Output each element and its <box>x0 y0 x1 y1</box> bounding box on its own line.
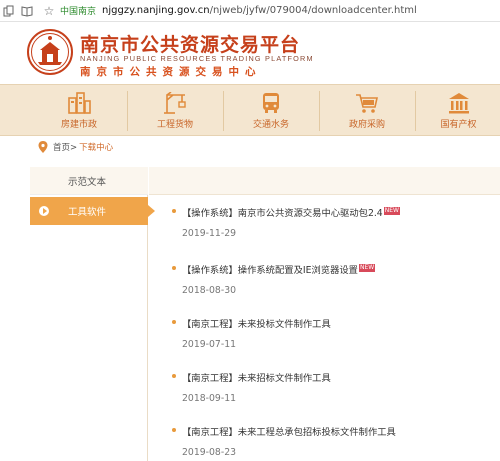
breadcrumb: 首页> 下载中心 <box>38 140 113 154</box>
bookmark-star-icon[interactable]: ☆ <box>40 2 58 20</box>
breadcrumb-current: 下载中心 <box>79 143 114 153</box>
download-title: 【南京工程】未来投标文件制作工具 <box>182 319 331 330</box>
list-item: 【操作系统】南京市公共资源交易中心驱动包2.4 NEW 2019-11-29 <box>172 205 492 239</box>
download-date: 2019-07-11 <box>182 339 237 350</box>
list-item: 【南京工程】未来投标文件制作工具 2019-07-11 <box>172 316 492 350</box>
site-title: 南京市公共资源交易平台 <box>80 34 301 56</box>
browser-address-bar: ☆ 中国南京 njggzy.nanjing.gov.cn/njweb/jyfw/… <box>0 0 500 22</box>
location-pin-icon <box>38 141 48 153</box>
download-link[interactable]: 【南京工程】未来工程总承包招标投标文件制作工具 <box>172 424 492 438</box>
download-link[interactable]: 【操作系统】操作系统配置及IE浏览器设置 NEW <box>172 262 492 276</box>
new-badge: NEW <box>383 207 400 215</box>
nav-item-label: 国有产权 <box>440 120 477 130</box>
site-label: 中国南京 <box>60 7 97 17</box>
nav-item-label: 房建市政 <box>60 120 97 130</box>
download-date: 2019-11-29 <box>182 228 237 239</box>
download-link[interactable]: 【南京工程】未来招标文件制作工具 <box>172 370 492 384</box>
url-field[interactable]: njggzy.nanjing.gov.cn/njweb/jyfw/079004/… <box>102 5 417 16</box>
bank-icon <box>448 93 469 114</box>
list-item: 【操作系统】操作系统配置及IE浏览器设置 NEW 2018-08-30 <box>172 262 492 296</box>
download-date: 2018-08-30 <box>182 285 237 296</box>
download-title: 【南京工程】未来工程总承包招标投标文件制作工具 <box>182 427 396 438</box>
sidebar: 示范文本 工具软件 <box>30 167 155 461</box>
nav-divider <box>127 91 128 131</box>
list-item: 【南京工程】未来工程总承包招标投标文件制作工具 2019-08-23 <box>172 424 492 458</box>
url-path: /njweb/jyfw/079004/downloadcenter.html <box>209 5 417 16</box>
download-date: 2018-09-11 <box>182 393 237 404</box>
site-title-english: NANJING PUBLIC RESOURCES TRADING PLATFOR… <box>80 54 314 63</box>
nanjing-emblem-logo <box>27 29 73 75</box>
buildings-icon <box>68 92 91 114</box>
list-item: 【南京工程】未来招标文件制作工具 2018-09-11 <box>172 370 492 404</box>
copy-icon[interactable] <box>0 2 18 20</box>
nav-divider <box>223 91 224 131</box>
download-title: 【操作系统】操作系统配置及IE浏览器设置 <box>182 265 358 276</box>
sidebar-item-tools[interactable]: 工具软件 <box>30 197 155 225</box>
nav-item-state-assets[interactable]: 国有产权 <box>417 88 500 134</box>
download-date: 2019-08-23 <box>182 447 237 458</box>
breadcrumb-home-link[interactable]: 首页> <box>53 141 77 153</box>
download-title: 【南京工程】未来招标文件制作工具 <box>182 373 331 384</box>
nav-item-engineering[interactable]: 工程货物 <box>129 88 221 134</box>
nav-divider <box>319 91 320 131</box>
download-link[interactable]: 【操作系统】南京市公共资源交易中心驱动包2.4 NEW <box>172 205 492 219</box>
site-subtitle: 南京市公共资源交易中心 <box>80 66 262 78</box>
nav-item-label: 工程货物 <box>156 120 193 130</box>
download-title: 【操作系统】南京市公共资源交易中心驱动包2.4 <box>182 208 383 219</box>
nav-item-label: 交通水务 <box>252 120 289 130</box>
nav-item-procurement[interactable]: 政府采购 <box>321 88 413 134</box>
site-header: 南京市公共资源交易平台 NANJING PUBLIC RESOURCES TRA… <box>0 22 500 84</box>
content-header-band <box>149 167 500 195</box>
new-badge: NEW <box>358 264 376 272</box>
url-host: njggzy.nanjing.gov.cn <box>102 5 210 16</box>
nav-item-housing[interactable]: 房建市政 <box>33 88 125 134</box>
sidebar-item-templates[interactable]: 示范文本 <box>30 167 148 195</box>
crane-icon <box>164 92 186 114</box>
sidebar-item-label: 工具软件 <box>68 207 107 218</box>
download-link[interactable]: 【南京工程】未来投标文件制作工具 <box>172 316 492 330</box>
main-nav: 房建市政 工程货物 交通水务 政府采购 国有产权 <box>0 84 500 136</box>
cart-icon <box>356 94 378 113</box>
arrow-circle-icon <box>39 206 49 216</box>
nav-item-transport[interactable]: 交通水务 <box>225 88 317 134</box>
nav-item-label: 政府采购 <box>348 120 385 130</box>
reader-view-icon[interactable] <box>18 2 36 20</box>
bus-icon <box>263 93 279 113</box>
sidebar-item-label: 示范文本 <box>68 176 107 188</box>
nav-divider <box>415 91 416 131</box>
